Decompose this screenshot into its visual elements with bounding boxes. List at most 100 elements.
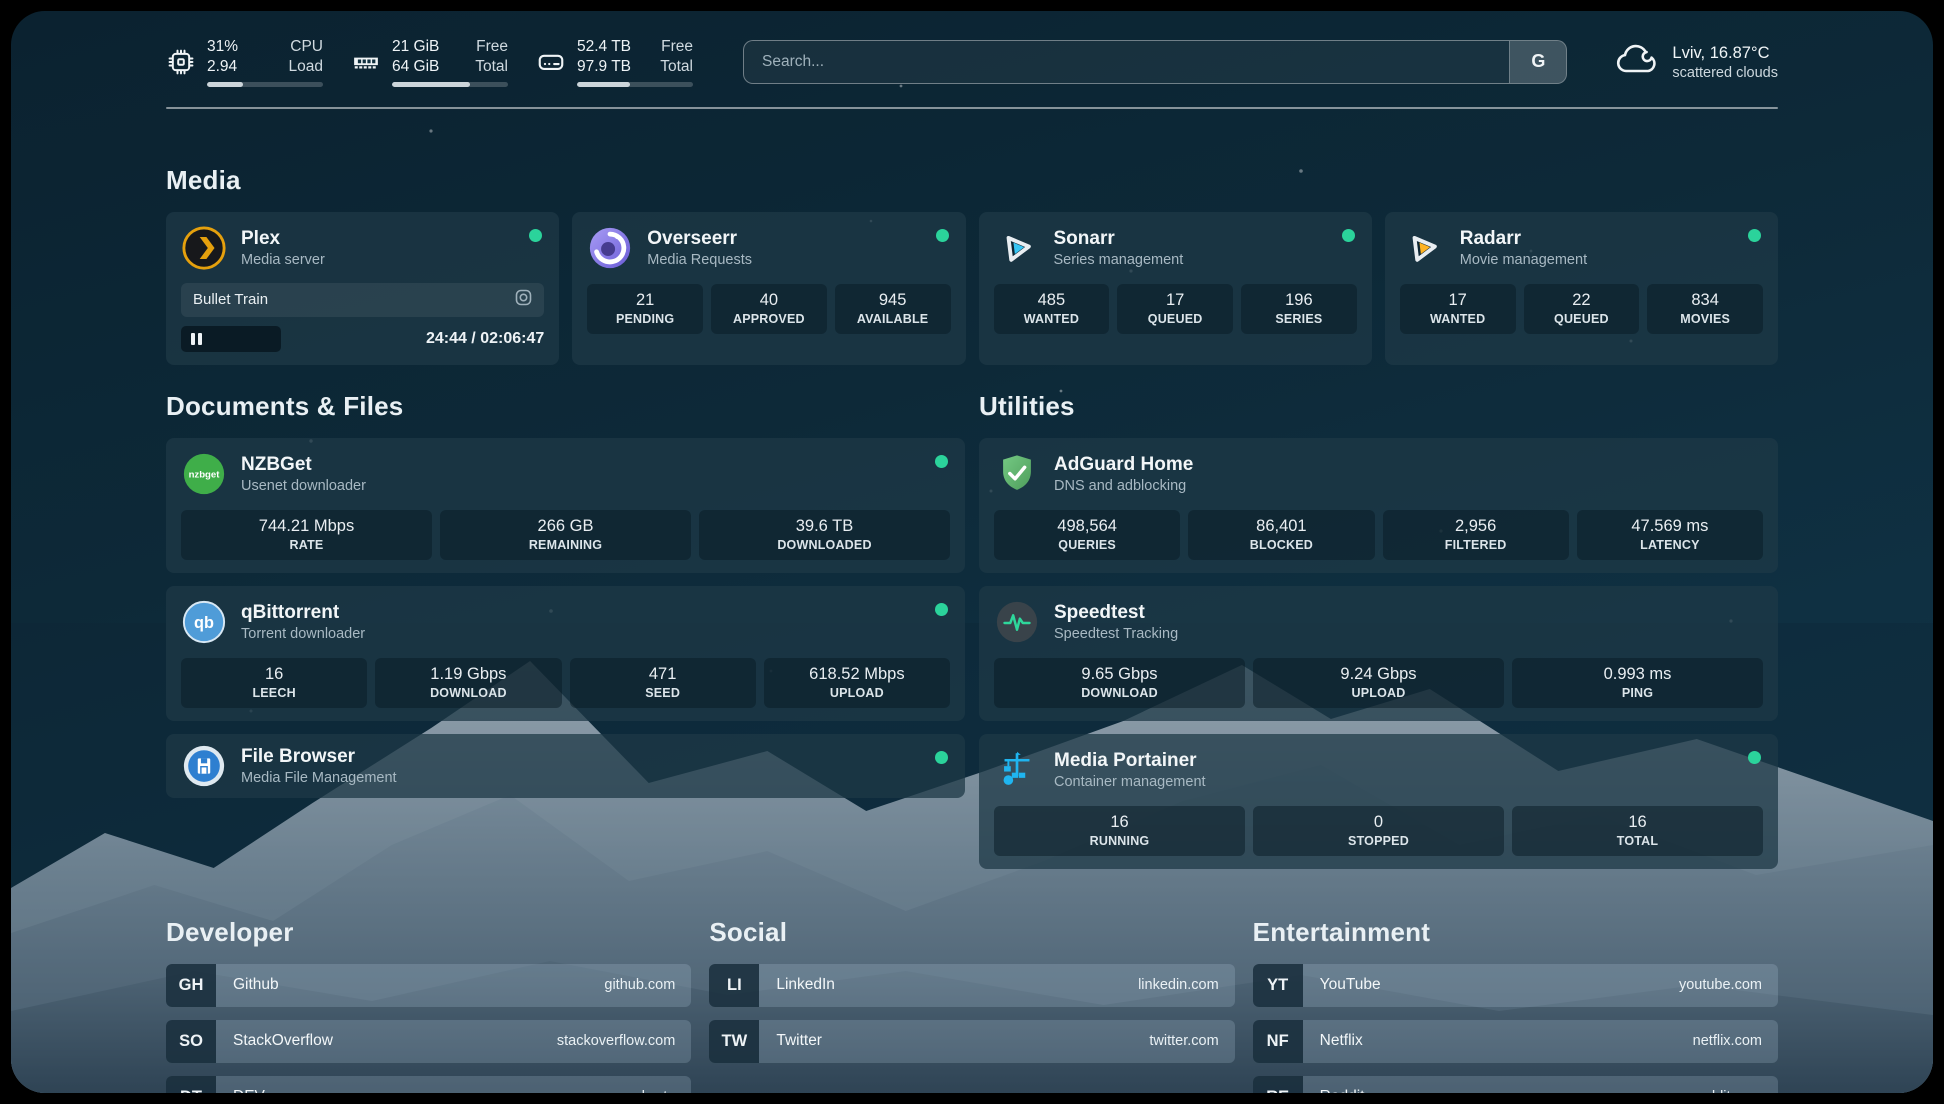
- status-dot: [935, 751, 948, 764]
- service-card-plex[interactable]: Plex Media server Bullet Train: [166, 212, 559, 365]
- cpu-widget: 31% 2.94 CPU Load: [166, 37, 323, 87]
- service-desc: DNS and adblocking: [1054, 478, 1193, 494]
- service-card-sonarr[interactable]: Sonarr Series management 485 WANTED 17 Q…: [979, 212, 1372, 365]
- bookmark-github[interactable]: GH Github github.com: [166, 964, 691, 1007]
- disk-total-value: 97.9 TB: [577, 57, 631, 77]
- bookmark-name: LinkedIn: [776, 976, 835, 994]
- service-card-filebrowser[interactable]: File Browser Media File Management: [166, 734, 965, 798]
- service-desc: Media Requests: [647, 252, 752, 268]
- bookmark-stackoverflow[interactable]: SO StackOverflow stackoverflow.com: [166, 1020, 691, 1063]
- service-name: Plex: [241, 227, 325, 251]
- adguard-icon: [994, 451, 1040, 497]
- portainer-icon: [994, 747, 1040, 793]
- weather-condition: scattered clouds: [1672, 65, 1778, 81]
- service-desc: Container management: [1054, 774, 1206, 790]
- bookmark-group-developer: Developer GH Github github.com SO StackO…: [166, 917, 691, 1093]
- stat-total: 16 TOTAL: [1512, 806, 1763, 856]
- disk-free-value: 52.4 TB: [577, 37, 631, 57]
- section-title-media: Media: [166, 165, 1778, 196]
- service-desc: Series management: [1054, 252, 1184, 268]
- bookmark-abbr: TW: [709, 1020, 759, 1063]
- memory-progress-track: [392, 82, 508, 87]
- search-provider-button[interactable]: G: [1509, 41, 1566, 83]
- cpu-label: CPU: [289, 37, 323, 57]
- service-desc: Media File Management: [241, 770, 397, 786]
- stat-queued: 22 QUEUED: [1524, 284, 1640, 334]
- bookmark-name: Reddit: [1320, 1088, 1365, 1093]
- service-card-radarr[interactable]: Radarr Movie management 17 WANTED 22 QUE…: [1385, 212, 1778, 365]
- service-card-nzbget[interactable]: nzbget NZBGet Usenet downloader 744.21 M…: [166, 438, 965, 573]
- service-name: Media Portainer: [1054, 749, 1206, 773]
- cpu-percent: 31%: [207, 37, 238, 57]
- bookmark-youtube[interactable]: YT YouTube youtube.com: [1253, 964, 1778, 1007]
- bookmark-name: StackOverflow: [233, 1032, 333, 1050]
- stat-queued: 17 QUEUED: [1117, 284, 1233, 334]
- stat-downloaded: 39.6 TB DOWNLOADED: [699, 510, 950, 560]
- service-name: Radarr: [1460, 227, 1587, 251]
- service-name: Speedtest: [1054, 601, 1178, 625]
- service-desc: Torrent downloader: [241, 626, 365, 642]
- dashboard-screen: 31% 2.94 CPU Load: [11, 11, 1933, 1093]
- stat-series: 196 SERIES: [1241, 284, 1357, 334]
- bookmark-url: linkedin.com: [1138, 977, 1219, 993]
- cpu-progress-fill: [207, 82, 243, 87]
- resource-widgets: 31% 2.94 CPU Load: [166, 37, 693, 87]
- section-title-documents: Documents & Files: [166, 391, 965, 422]
- bookmark-abbr: SO: [166, 1020, 216, 1063]
- stat-seed: 471 SEED: [570, 658, 756, 708]
- bookmark-group-entertainment: Entertainment YT YouTube youtube.com NF …: [1253, 917, 1778, 1093]
- memory-widget: 21 GiB 64 GiB Free Total: [351, 37, 508, 87]
- stat-approved: 40 APPROVED: [711, 284, 827, 334]
- bookmark-name: Netflix: [1320, 1032, 1363, 1050]
- bookmark-netflix[interactable]: NF Netflix netflix.com: [1253, 1020, 1778, 1063]
- bookmark-abbr: GH: [166, 964, 216, 1007]
- cpu-load-label: Load: [289, 57, 323, 77]
- bookmark-url: netflix.com: [1693, 1033, 1762, 1049]
- bookmark-dev[interactable]: DT DEV dev.to: [166, 1076, 691, 1093]
- now-playing-title: Bullet Train: [193, 291, 268, 308]
- stat-rate: 744.21 Mbps RATE: [181, 510, 432, 560]
- pause-button[interactable]: [181, 326, 281, 352]
- memory-progress-fill: [392, 82, 470, 87]
- disk-icon: [536, 47, 566, 77]
- bookmark-abbr: DT: [166, 1076, 216, 1093]
- service-card-overseerr[interactable]: Overseerr Media Requests 21 PENDING 40 A…: [572, 212, 965, 365]
- stat-wanted: 485 WANTED: [994, 284, 1110, 334]
- section-title-social: Social: [709, 917, 1234, 948]
- stat-movies: 834 MOVIES: [1647, 284, 1763, 334]
- cloud-icon: [1613, 41, 1659, 82]
- bookmark-abbr: YT: [1253, 964, 1303, 1007]
- bookmark-url: reddit.com: [1694, 1089, 1762, 1093]
- nzbget-icon: nzbget: [181, 451, 227, 497]
- service-card-speedtest[interactable]: Speedtest Speedtest Tracking 9.65 Gbps D…: [979, 586, 1778, 721]
- speedtest-icon: [994, 599, 1040, 645]
- bookmark-reddit[interactable]: RE Reddit reddit.com: [1253, 1076, 1778, 1093]
- service-card-portainer[interactable]: Media Portainer Container management 16 …: [979, 734, 1778, 869]
- memory-total-value: 64 GiB: [392, 57, 439, 77]
- stat-latency: 47.569 ms LATENCY: [1577, 510, 1763, 560]
- top-bar: 31% 2.94 CPU Load: [166, 37, 1778, 87]
- stat-leech: 16 LEECH: [181, 658, 367, 708]
- weather-location-temp: Lviv, 16.87°C: [1672, 43, 1778, 64]
- status-dot: [1748, 751, 1761, 764]
- playback-time: 24:44 / 02:06:47: [426, 330, 544, 348]
- service-card-adguard[interactable]: AdGuard Home DNS and adblocking 498,564 …: [979, 438, 1778, 573]
- service-desc: Usenet downloader: [241, 478, 366, 494]
- bookmark-linkedin[interactable]: LI LinkedIn linkedin.com: [709, 964, 1234, 1007]
- svg-text:qb: qb: [194, 613, 214, 631]
- memory-total-label: Total: [475, 57, 508, 77]
- sonarr-icon: [994, 225, 1040, 271]
- bookmark-twitter[interactable]: TW Twitter twitter.com: [709, 1020, 1234, 1063]
- pause-icon: [191, 333, 202, 345]
- section-documents: Documents & Files nzbget NZBGet: [166, 391, 965, 798]
- service-name: AdGuard Home: [1054, 453, 1193, 477]
- filebrowser-icon: [181, 743, 227, 789]
- disk-widget: 52.4 TB 97.9 TB Free Total: [536, 37, 693, 87]
- stat-available: 945 AVAILABLE: [835, 284, 951, 334]
- section-utilities: Utilities AdGuard: [979, 391, 1778, 869]
- service-name: Sonarr: [1054, 227, 1184, 251]
- status-dot: [1748, 229, 1761, 242]
- search-input[interactable]: [744, 41, 1509, 83]
- cpu-load-value: 2.94: [207, 57, 238, 77]
- service-card-qbittorrent[interactable]: qb qBittorrent Torrent downloader 16 LEE…: [166, 586, 965, 721]
